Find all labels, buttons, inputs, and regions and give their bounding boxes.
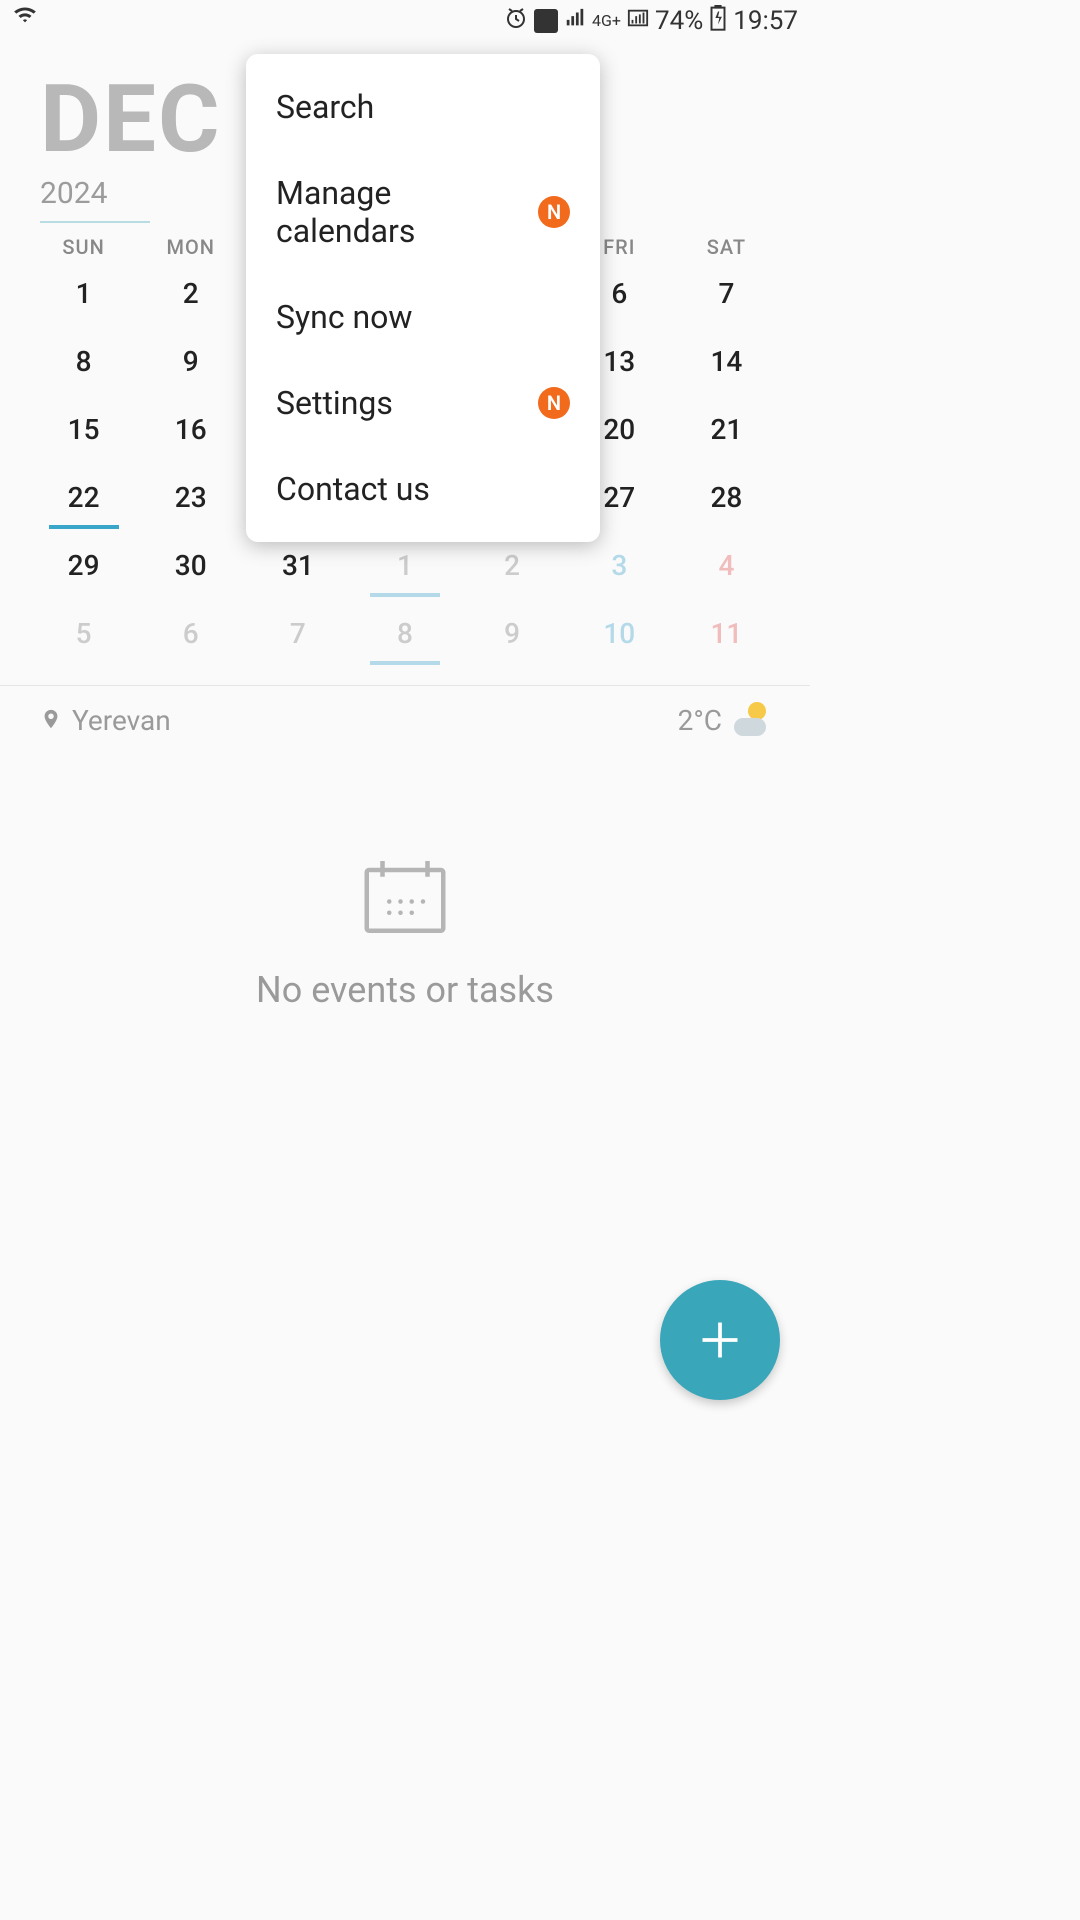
day-cell[interactable]: 23 bbox=[137, 463, 244, 531]
day-number: 20 bbox=[603, 413, 635, 446]
day-header-sat: SAT bbox=[673, 235, 780, 259]
day-cell[interactable]: 8 bbox=[30, 327, 137, 395]
day-number: 1 bbox=[76, 277, 92, 310]
day-number: 23 bbox=[175, 481, 207, 514]
day-number: 7 bbox=[718, 277, 734, 310]
day-number: 9 bbox=[183, 345, 199, 378]
day-number: 22 bbox=[68, 481, 100, 514]
day-cell[interactable]: 7 bbox=[244, 599, 351, 667]
wifi-icon bbox=[12, 5, 38, 38]
alarm-icon bbox=[504, 6, 528, 37]
day-underline bbox=[370, 661, 440, 665]
menu-item-label: Search bbox=[276, 88, 374, 126]
new-badge: N bbox=[538, 196, 570, 228]
day-number: 14 bbox=[711, 345, 743, 378]
calendar-empty-icon bbox=[360, 855, 450, 943]
add-event-button[interactable] bbox=[660, 1280, 780, 1400]
battery-charging-icon bbox=[709, 5, 727, 38]
day-number: 8 bbox=[76, 345, 92, 378]
day-number: 27 bbox=[603, 481, 635, 514]
day-cell[interactable]: 16 bbox=[137, 395, 244, 463]
day-number: 11 bbox=[711, 617, 743, 650]
empty-text: No events or tasks bbox=[0, 969, 810, 1011]
day-number: 6 bbox=[183, 617, 199, 650]
day-number: 6 bbox=[611, 277, 627, 310]
day-number: 21 bbox=[711, 413, 743, 446]
day-underline bbox=[370, 593, 440, 597]
menu-item-manage-calendars[interactable]: Manage calendarsN bbox=[246, 150, 600, 274]
day-cell[interactable]: 29 bbox=[30, 531, 137, 599]
day-cell[interactable]: 10 bbox=[566, 599, 673, 667]
day-cell[interactable]: 28 bbox=[673, 463, 780, 531]
menu-item-sync-now[interactable]: Sync now bbox=[246, 274, 600, 360]
day-header-mon: MON bbox=[137, 235, 244, 259]
partly-cloudy-icon bbox=[730, 706, 770, 736]
day-cell[interactable]: 30 bbox=[137, 531, 244, 599]
day-cell[interactable]: 2 bbox=[137, 259, 244, 327]
day-number: 2 bbox=[183, 277, 199, 310]
menu-item-label: Sync now bbox=[276, 298, 412, 336]
day-number: 29 bbox=[68, 549, 100, 582]
day-number: 13 bbox=[603, 345, 635, 378]
day-underline bbox=[49, 525, 119, 529]
menu-item-search[interactable]: Search bbox=[246, 64, 600, 150]
signal-icon-2 bbox=[627, 6, 649, 36]
menu-item-contact-us[interactable]: Contact us bbox=[246, 446, 600, 532]
day-cell[interactable]: 9 bbox=[459, 599, 566, 667]
battery-percent: 74% bbox=[655, 6, 703, 36]
sim-badge: 2 bbox=[534, 9, 558, 33]
menu-item-label: Contact us bbox=[276, 470, 430, 508]
day-cell[interactable]: 9 bbox=[137, 327, 244, 395]
day-number: 15 bbox=[68, 413, 100, 446]
status-bar: 2 4G+ 74% 19:57 bbox=[0, 0, 810, 42]
day-number: 31 bbox=[282, 549, 314, 582]
day-number: 16 bbox=[175, 413, 207, 446]
day-number: 5 bbox=[76, 617, 92, 650]
header-divider bbox=[40, 221, 150, 223]
day-number: 9 bbox=[504, 617, 520, 650]
day-cell[interactable]: 15 bbox=[30, 395, 137, 463]
day-cell[interactable]: 21 bbox=[673, 395, 780, 463]
day-cell[interactable]: 8 bbox=[351, 599, 458, 667]
clock-time: 19:57 bbox=[733, 6, 798, 36]
empty-state: No events or tasks bbox=[0, 855, 810, 1011]
day-number: 28 bbox=[711, 481, 743, 514]
menu-item-label: Manage calendars bbox=[276, 174, 538, 250]
menu-item-label: Settings bbox=[276, 384, 393, 422]
location-pin-icon bbox=[40, 704, 62, 737]
day-cell[interactable]: 1 bbox=[30, 259, 137, 327]
overflow-menu: SearchManage calendarsNSync nowSettingsN… bbox=[246, 54, 600, 542]
day-number: 7 bbox=[290, 617, 306, 650]
day-number: 4 bbox=[718, 549, 734, 582]
day-header-sun: SUN bbox=[30, 235, 137, 259]
day-cell[interactable]: 22 bbox=[30, 463, 137, 531]
day-cell[interactable]: 6 bbox=[137, 599, 244, 667]
menu-item-settings[interactable]: Settings N bbox=[246, 360, 600, 446]
new-badge: N bbox=[538, 387, 570, 419]
day-cell[interactable]: 7 bbox=[673, 259, 780, 327]
weather-city: Yerevan bbox=[72, 704, 171, 737]
day-number: 2 bbox=[504, 549, 520, 582]
day-cell[interactable]: 5 bbox=[30, 599, 137, 667]
plus-icon bbox=[695, 1315, 745, 1365]
weather-temp: 2°C bbox=[678, 704, 722, 737]
signal-icon bbox=[564, 6, 586, 36]
day-number: 30 bbox=[175, 549, 207, 582]
day-cell[interactable]: 14 bbox=[673, 327, 780, 395]
day-number: 10 bbox=[603, 617, 635, 650]
network-type: 4G+ bbox=[592, 13, 621, 29]
weather-row[interactable]: Yerevan 2°C bbox=[0, 685, 810, 755]
day-number: 1 bbox=[397, 549, 413, 582]
day-cell[interactable]: 11 bbox=[673, 599, 780, 667]
day-number: 3 bbox=[611, 549, 627, 582]
day-cell[interactable]: 4 bbox=[673, 531, 780, 599]
day-number: 8 bbox=[397, 617, 413, 650]
